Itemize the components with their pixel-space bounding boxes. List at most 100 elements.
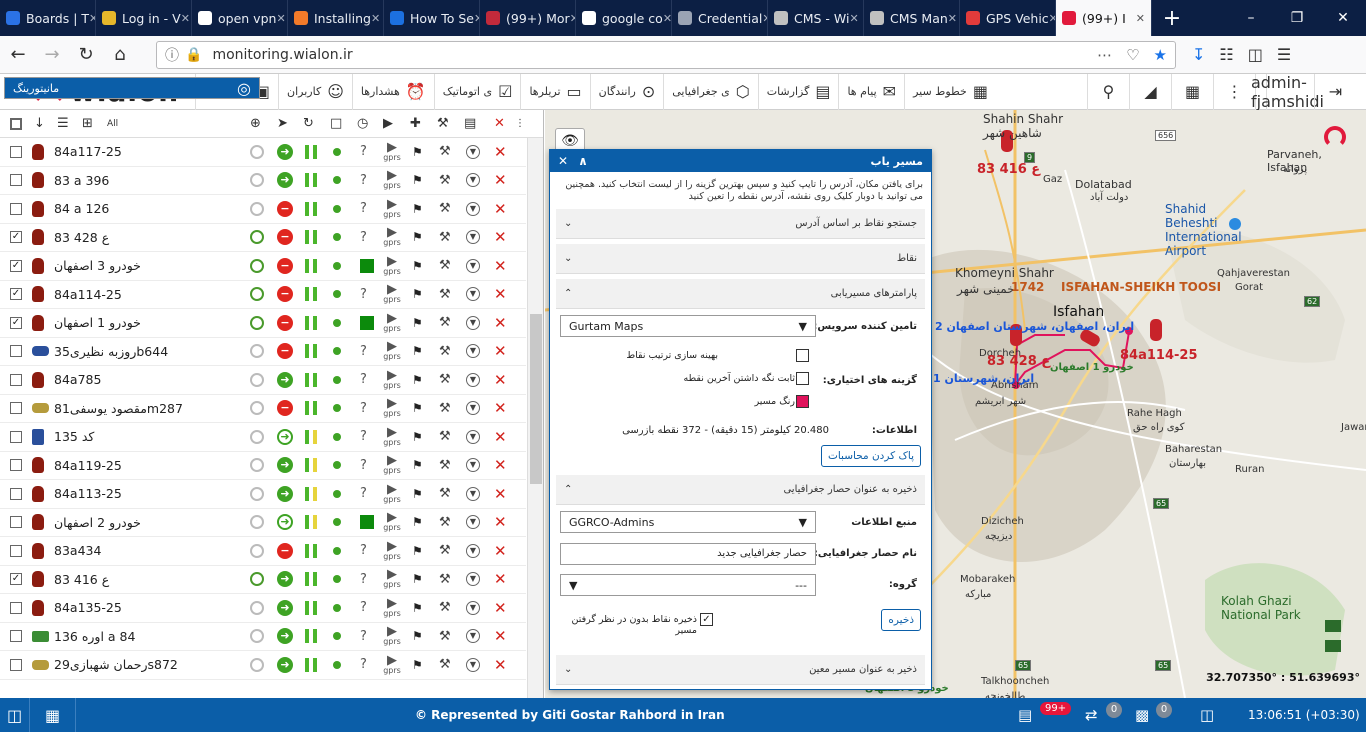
clear-calculations-button[interactable]: پاک کردن محاسبات [820, 445, 921, 467]
delete-icon[interactable]: ✕ [494, 257, 507, 275]
logout-icon[interactable]: ⇥ [1314, 73, 1356, 110]
browser-tab[interactable]: (99+) Mor✕ [480, 0, 576, 36]
gprs-icon[interactable]: ▶ gprs [383, 511, 401, 532]
wrench-icon[interactable]: ⚒ [439, 372, 451, 387]
unit-name[interactable]: کد 135 [54, 429, 94, 444]
layout-icon[interactable]: ◫ [1200, 706, 1214, 724]
delete-icon[interactable]: ✕ [494, 599, 507, 617]
tools-col-icon[interactable]: ⚒ [437, 116, 449, 131]
more-icon[interactable]: ⋯ [1097, 46, 1112, 64]
pocket-icon[interactable]: ♡ [1126, 46, 1139, 64]
state-col-icon[interactable]: ↻ [303, 116, 314, 131]
more-vertical-icon[interactable]: ⋮ [1213, 73, 1255, 110]
wrench-icon[interactable]: ⚒ [439, 629, 451, 644]
save-button[interactable]: ذخیره [881, 609, 921, 631]
gprs-icon[interactable]: ▶ gprs [383, 625, 401, 646]
events-icon[interactable]: ⇄ [1085, 706, 1098, 724]
menu-down-icon[interactable]: ▼ [466, 258, 480, 273]
unit-row[interactable]: خودرو 2 اصفهان ➜ ▶ gprs ⚑ ⚒ ▼ ✕ [0, 509, 526, 537]
unit-row[interactable]: 84a135-25 ➜? ▶ gprs ⚑ ⚒ ▼ ✕ [0, 594, 526, 623]
delete-icon[interactable]: ✕ [494, 200, 507, 218]
app-tab[interactable]: ▦ خطوط سیر [904, 73, 996, 110]
connection-col-icon[interactable]: □ [330, 116, 342, 131]
browser-tab[interactable]: open vpn ✕ [192, 0, 288, 36]
menu-down-icon[interactable]: ▼ [466, 458, 480, 473]
locate-col-icon[interactable]: ⊕ [250, 116, 261, 131]
flag-icon[interactable]: ⚑ [412, 629, 423, 643]
unit-row[interactable]: کد 135 ➜? ▶ gprs ⚑ ⚒ ▼ ✕ [0, 423, 526, 452]
map-unit-label[interactable]: 1 ایران، شهرستان [933, 372, 1034, 385]
route-color-swatch[interactable] [796, 395, 809, 408]
browser-tab[interactable]: Installing ✕ [288, 0, 384, 36]
flag-icon[interactable]: ⚑ [412, 544, 423, 558]
app-tab[interactable]: ◎ مانیتورینگ [4, 77, 260, 99]
app-tab[interactable]: ⊙ رانندگان [589, 73, 664, 110]
unit-name[interactable]: 83a434 [54, 543, 101, 558]
gprs-icon[interactable]: ▶ gprs [383, 654, 401, 675]
unit-checkbox[interactable] [10, 430, 22, 443]
unit-checkbox[interactable] [10, 544, 22, 557]
gprs-icon[interactable]: ▶ gprs [383, 255, 401, 276]
menu-down-icon[interactable]: ▼ [466, 144, 480, 159]
apps-grid-icon[interactable]: ▦ [1171, 73, 1213, 110]
delete-icon[interactable]: ✕ [494, 371, 507, 389]
more-col-icon[interactable]: ⋮ [515, 118, 525, 129]
download-icon[interactable]: ↧ [1192, 45, 1205, 64]
unit-name[interactable]: مقصود یوسفی81m287 [54, 401, 183, 416]
app-tab[interactable]: ☑ ی اتوماتیک [433, 73, 521, 110]
tab-close-icon[interactable]: ✕ [276, 12, 285, 25]
wrench-icon[interactable]: ⚒ [439, 458, 451, 473]
delete-icon[interactable]: ✕ [494, 342, 507, 360]
gprs-icon[interactable]: ▶ gprs [383, 540, 401, 561]
locate-unit-icon[interactable] [250, 572, 264, 587]
unit-row[interactable]: ✓ 83 ع 416 ➜? ▶ gprs ⚑ ⚒ ▼ ✕ [0, 566, 526, 594]
wrench-icon[interactable]: ⚒ [439, 657, 451, 672]
flag-icon[interactable]: ⚑ [412, 515, 423, 529]
gprs-icon[interactable]: ▶ gprs [383, 283, 401, 304]
flag-icon[interactable]: ⚑ [412, 202, 423, 216]
delete-icon[interactable]: ✕ [494, 285, 507, 303]
menu-down-icon[interactable]: ▼ [466, 657, 480, 672]
tab-close-icon[interactable]: ✕ [948, 12, 957, 25]
scroll-thumb[interactable] [530, 314, 542, 484]
menu-down-icon[interactable]: ▼ [466, 315, 480, 330]
map-unit-label[interactable]: 84a114-25 [1120, 348, 1198, 363]
app-tab[interactable]: ▤ گزارشات [757, 73, 839, 110]
list-icon[interactable]: ☰ [57, 116, 69, 131]
wrench-icon[interactable]: ⚒ [439, 258, 451, 273]
bookmark-star-icon[interactable]: ★ [1154, 46, 1167, 64]
section-save-geofence[interactable]: ذخیره به عنوان حصار جغرافیایی ⌃ [556, 475, 925, 505]
unit-checkbox[interactable] [10, 345, 22, 358]
keep-last-point-checkbox[interactable] [796, 372, 809, 385]
home-icon[interactable]: ⌂ [104, 39, 136, 71]
show-all-button[interactable]: All [107, 119, 118, 129]
menu-down-icon[interactable]: ▼ [466, 486, 480, 501]
browser-tab[interactable]: google co ✕ [576, 0, 672, 36]
speed-col-icon[interactable]: ◷ [357, 116, 368, 131]
unit-checkbox[interactable] [10, 373, 22, 386]
commands-col-icon[interactable]: ✚ [410, 116, 421, 131]
unit-checkbox[interactable] [10, 459, 22, 472]
measure-icon[interactable]: ◢ [1129, 73, 1171, 110]
back-icon[interactable]: ← [2, 39, 34, 71]
flag-icon[interactable]: ⚑ [412, 658, 423, 672]
app-tab[interactable]: ✉ پیام ها [838, 73, 904, 110]
source-select[interactable]: GGRCO-Admins ▼ [560, 511, 816, 533]
unit-checkbox[interactable] [10, 601, 22, 614]
delete-icon[interactable]: ✕ [494, 627, 507, 645]
reload-icon[interactable]: ↻ [70, 39, 102, 71]
unit-checkbox[interactable]: ✓ [10, 231, 22, 244]
locate-unit-icon[interactable] [250, 543, 264, 558]
map-unit-label[interactable]: 83 ع 428 [987, 354, 1050, 369]
collapse-icon[interactable]: ∧ [578, 154, 588, 168]
locate-unit-icon[interactable] [250, 629, 264, 644]
unit-checkbox[interactable]: ✓ [10, 259, 22, 272]
wrench-icon[interactable]: ⚒ [439, 315, 451, 330]
locate-unit-icon[interactable] [250, 144, 264, 159]
unit-checkbox[interactable] [10, 174, 22, 187]
locate-unit-icon[interactable] [250, 401, 264, 416]
unit-name[interactable]: خودرو 1 اصفهان [54, 315, 141, 330]
unit-checkbox[interactable] [10, 630, 22, 643]
menu-down-icon[interactable]: ▼ [466, 572, 480, 587]
gprs-icon[interactable]: ▶ gprs [383, 198, 401, 219]
